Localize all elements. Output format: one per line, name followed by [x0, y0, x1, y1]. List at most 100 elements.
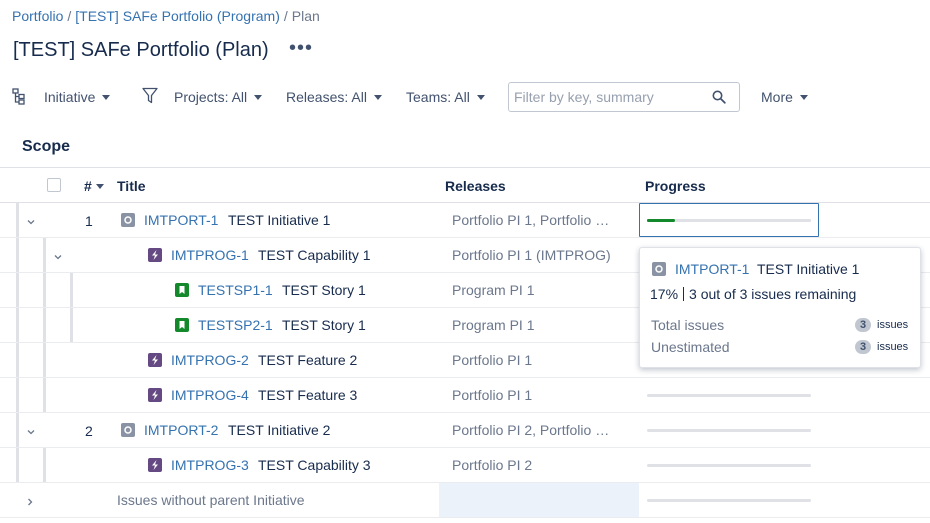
issue-releases: Portfolio PI 1, Portfolio PI 2 — [452, 212, 618, 228]
issue-title: TEST Feature 3 — [258, 387, 358, 403]
level-dropdown-label: Initiative — [44, 89, 96, 105]
more-dropdown-label: More — [761, 89, 793, 105]
breadcrumb-current: Plan — [291, 8, 320, 24]
issue-key-link[interactable]: TESTSP2-1 — [198, 317, 273, 333]
issue-key-link[interactable]: IMTPORT-2 — [144, 422, 218, 438]
progress-popup: IMTPORT-1 TEST Initiative 1 17% 3 out of … — [639, 247, 921, 368]
page-title: [TEST] SAFe Portfolio (Plan) — [13, 39, 269, 61]
table-row[interactable]: Issues without parent Initiative — [0, 483, 930, 518]
row-number: 1 — [85, 213, 93, 229]
breadcrumb-program-link[interactable]: [TEST] SAFe Portfolio (Program) — [75, 8, 280, 24]
filter-icon[interactable] — [142, 87, 158, 107]
breadcrumb-separator: / — [283, 8, 288, 24]
initiative-icon — [652, 262, 666, 279]
story-icon — [175, 318, 189, 332]
table-row[interactable]: IMTPROG-4 TEST Feature 3 Portfolio PI 1 — [0, 378, 930, 413]
scope-heading: Scope — [22, 138, 71, 155]
number-column-label: # — [84, 178, 92, 194]
progress-column-header: Progress — [645, 178, 706, 194]
releases-column-header: Releases — [445, 178, 506, 194]
issue-releases: Portfolio PI 1 — [452, 387, 533, 403]
table-row[interactable]: IMTPROG-3 TEST Capability 3 Portfolio PI… — [0, 448, 930, 483]
popup-issue-title: TEST Initiative 1 — [757, 261, 860, 277]
no-parent-label: Issues without parent Initiative — [117, 492, 305, 508]
toolbar: Initiative Projects: All Releases: All T… — [0, 80, 930, 114]
issue-key-link[interactable]: IMTPROG-1 — [171, 247, 249, 263]
popup-percent: 17% — [650, 286, 679, 302]
issue-title: TEST Initiative 2 — [228, 422, 331, 438]
breadcrumb: Portfolio / [TEST] SAFe Portfolio (Program… — [12, 8, 320, 24]
releases-filter-dropdown[interactable]: Releases: All — [286, 89, 382, 105]
chevron-down-icon[interactable] — [53, 249, 63, 260]
popup-issue-key-link[interactable]: IMTPORT-1 — [675, 261, 749, 277]
teams-filter-label: Teams: All — [406, 89, 470, 105]
more-actions-button[interactable]: ••• — [289, 37, 313, 60]
issue-title: TEST Story 1 — [282, 317, 366, 333]
story-icon — [175, 283, 189, 297]
stat-total-issues-count: 3 — [855, 318, 871, 332]
chevron-down-icon — [476, 94, 485, 100]
progress-bar-selected — [647, 219, 811, 222]
stat-unestimated-unit: issues — [877, 341, 909, 353]
issue-key-link[interactable]: IMTPROG-2 — [171, 352, 249, 368]
select-all-checkbox[interactable] — [47, 178, 61, 192]
issue-key-link[interactable]: IMTPROG-4 — [171, 387, 249, 403]
projects-filter-label: Projects: All — [174, 89, 248, 105]
level-dropdown[interactable]: Initiative — [44, 89, 111, 105]
issue-title: TEST Feature 2 — [258, 352, 358, 368]
stat-unestimated-label: Unestimated — [651, 339, 730, 355]
stat-total-issues-label: Total issues — [651, 317, 725, 333]
issue-title: TEST Capability 1 — [258, 247, 371, 263]
chevron-down-icon — [102, 94, 111, 100]
issue-title: TEST Story 1 — [282, 282, 366, 298]
more-dropdown[interactable]: More — [761, 89, 808, 105]
issue-title: TEST Initiative 1 — [228, 212, 331, 228]
breadcrumb-separator: / — [67, 8, 72, 24]
title-column-header: Title — [117, 178, 146, 194]
breadcrumb-portfolio-link[interactable]: Portfolio — [12, 8, 63, 24]
chevron-down-icon[interactable] — [26, 424, 36, 435]
issue-releases: Portfolio PI 2 — [452, 457, 533, 473]
search-input[interactable] — [509, 83, 704, 111]
search-box — [508, 82, 740, 112]
issue-releases: Portfolio PI 1 (IMTPROG) — [452, 247, 611, 263]
teams-filter-dropdown[interactable]: Teams: All — [406, 89, 485, 105]
row-number: 2 — [85, 423, 93, 439]
chevron-down-icon[interactable] — [26, 214, 36, 225]
issue-key-link[interactable]: IMTPORT-1 — [144, 212, 218, 228]
capability-icon — [148, 388, 162, 402]
table-header-row: # Title Releases Progress — [0, 167, 930, 203]
chevron-down-icon — [373, 94, 382, 100]
divider — [683, 287, 685, 301]
search-icon[interactable] — [712, 90, 726, 107]
number-column-header[interactable]: # — [84, 178, 104, 194]
popup-remaining: 3 out of 3 issues remaining — [689, 286, 857, 302]
issue-releases: Program PI 1 — [452, 317, 535, 333]
chevron-right-icon[interactable] — [25, 494, 35, 506]
issue-releases: Portfolio PI 1 — [452, 352, 533, 368]
projects-filter-dropdown[interactable]: Projects: All — [174, 89, 263, 105]
issue-releases: Program PI 1 — [452, 282, 535, 298]
progress-bar — [647, 429, 811, 432]
progress-bar — [647, 464, 811, 467]
capability-icon — [148, 248, 162, 262]
chevron-down-icon — [799, 94, 808, 100]
popup-progress-summary: 17% 3 out of 3 issues remaining — [650, 286, 856, 302]
issue-title: TEST Capability 3 — [258, 457, 371, 473]
issue-releases: Portfolio PI 2, Portfolio PI 3 — [452, 422, 618, 438]
issue-key-link[interactable]: IMTPROG-3 — [171, 457, 249, 473]
progress-bar — [647, 394, 811, 397]
stat-unestimated-count: 3 — [855, 340, 871, 354]
stat-total-issues-unit: issues — [877, 319, 909, 331]
sort-down-icon — [95, 183, 104, 189]
initiative-icon — [121, 213, 135, 227]
chevron-down-icon — [254, 94, 263, 100]
initiative-icon — [121, 423, 135, 437]
capability-icon — [148, 353, 162, 367]
capability-icon — [148, 458, 162, 472]
progress-bar — [647, 499, 811, 502]
releases-filter-label: Releases: All — [286, 89, 367, 105]
table-row[interactable]: 2 IMTPORT-2 TEST Initiative 2 Portfolio … — [0, 413, 930, 448]
progress-fill — [647, 219, 675, 222]
issue-key-link[interactable]: TESTSP1-1 — [198, 282, 273, 298]
